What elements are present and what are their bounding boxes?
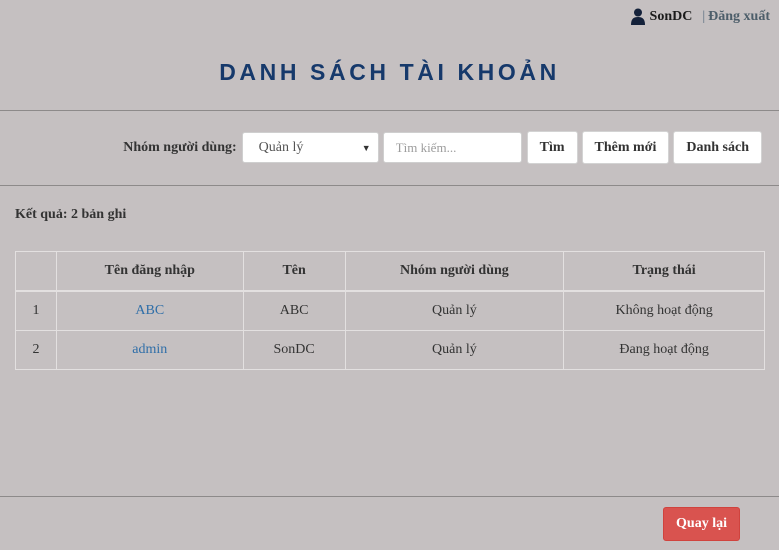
group-filter-label: Nhóm người dùng: xyxy=(123,139,237,155)
column-header-username: Tên đăng nhập xyxy=(55,251,244,292)
column-header-group: Nhóm người dùng xyxy=(344,251,565,292)
logout-link[interactable]: Đăng xuất xyxy=(708,9,770,25)
row-status: Không hoạt động xyxy=(563,290,765,331)
divider-bottom xyxy=(0,496,779,497)
group-select[interactable]: Quản lý ▼ xyxy=(241,132,379,163)
caret-down-icon: ▼ xyxy=(361,142,371,153)
row-index: 1 xyxy=(15,290,57,331)
group-select-value: Quản lý xyxy=(258,139,304,155)
table-row: 1 ABC ABC Quản lý Không hoạt động xyxy=(15,290,765,331)
row-status: Đang hoạt động xyxy=(563,330,765,370)
username-link[interactable]: ABC xyxy=(55,290,244,331)
table-row: 2 admin SonDC Quản lý Đang hoạt động xyxy=(15,330,765,370)
user-icon xyxy=(630,8,645,25)
row-name: ABC xyxy=(242,290,346,331)
list-button[interactable]: Danh sách xyxy=(673,131,762,164)
column-header-status: Trạng thái xyxy=(563,251,765,292)
back-button[interactable]: Quay lại xyxy=(663,507,740,541)
filter-bar: Nhóm người dùng: Quản lý ▼ Tìm Thêm mới … xyxy=(123,131,762,164)
separator: | xyxy=(702,8,706,24)
search-input[interactable] xyxy=(382,132,522,163)
divider-top xyxy=(0,110,779,111)
row-name: SonDC xyxy=(242,330,346,370)
row-index: 2 xyxy=(15,330,57,370)
column-header-name: Tên xyxy=(242,251,346,292)
result-count: Kết quả: 2 bản ghi xyxy=(15,207,127,222)
column-header-index xyxy=(15,251,57,292)
divider-middle xyxy=(0,185,779,186)
username-link[interactable]: admin xyxy=(55,330,244,370)
search-button[interactable]: Tìm xyxy=(526,131,578,164)
row-group: Quản lý xyxy=(344,290,565,331)
row-group: Quản lý xyxy=(344,330,565,370)
add-new-button[interactable]: Thêm mới xyxy=(581,131,670,164)
topbar: SonDC | Đăng xuất xyxy=(630,8,770,25)
page-title: DANH SÁCH TÀI KHOẢN xyxy=(219,59,560,85)
accounts-table: Tên đăng nhập Tên Nhóm người dùng Trạng … xyxy=(15,251,765,370)
username: SonDC xyxy=(649,8,693,24)
table-header-row: Tên đăng nhập Tên Nhóm người dùng Trạng … xyxy=(15,251,765,292)
